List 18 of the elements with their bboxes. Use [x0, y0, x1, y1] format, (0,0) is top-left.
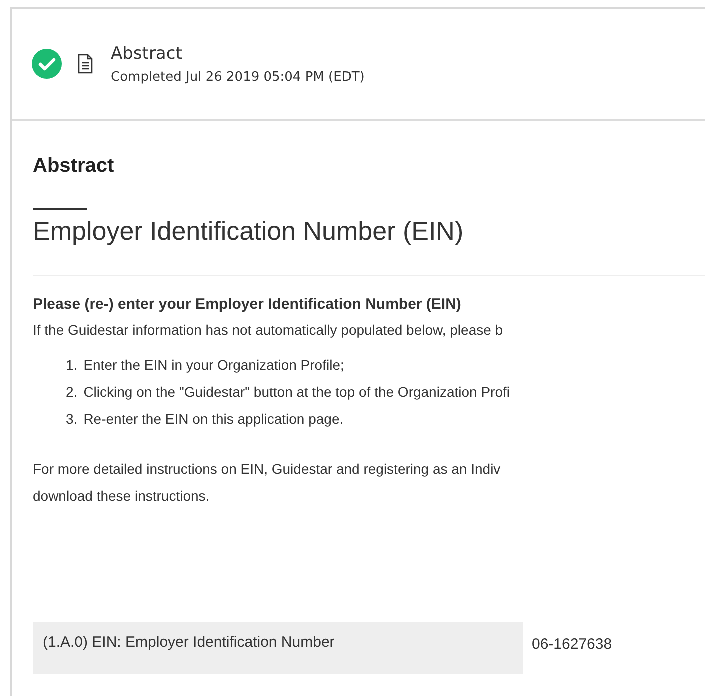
question-label: Please (re-) enter your Employer Identification Number (EIN) — [33, 296, 462, 313]
step-text: Enter the EIN in your Organization Profile; — [84, 356, 344, 375]
step-text: Re-enter the EIN on this application page. — [84, 410, 344, 429]
title-overline — [33, 208, 87, 210]
step-number: 3. — [66, 410, 78, 429]
step-number: 2. — [66, 383, 78, 402]
section-heading: Abstract — [33, 155, 116, 178]
step-text: Clicking on the "Guidestar" button at the top of the Organization Profi — [84, 383, 510, 402]
intro-text: If the Guidestar information has not automatically populated below, please b — [33, 321, 504, 340]
document-icon — [78, 54, 93, 74]
field-label: (1.A.0) EIN: Employer Identification Number — [33, 622, 523, 674]
task-status-text: Completed Jul 26 2019 05:04 PM (EDT) — [111, 70, 365, 84]
instructions-text: For more detailed instructions on EIN, Guidestar and registering as an Indiv — [33, 460, 502, 479]
field-value: 06-1627638 — [531, 635, 614, 655]
page-title: Employer Identification Number (EIN) — [33, 216, 465, 247]
step-number: 1. — [66, 356, 78, 375]
instructions-text: download these instructions. — [33, 487, 211, 506]
task-title: Abstract — [111, 44, 184, 64]
